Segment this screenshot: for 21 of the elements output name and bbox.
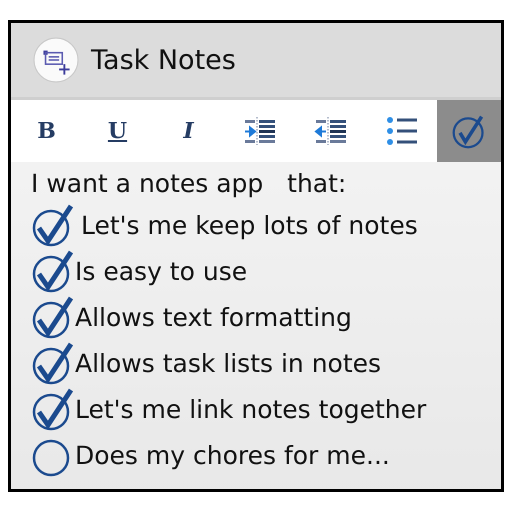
app-title: Task Notes [91, 44, 236, 76]
task-text: Let's me link notes together [75, 394, 426, 424]
outdent-icon [314, 114, 348, 148]
underline-button[interactable]: U [82, 100, 153, 162]
task-text: Allows task lists in notes [75, 348, 382, 378]
task-text: Is easy to use [75, 256, 248, 286]
app-logo-icon [33, 37, 79, 83]
checked-circle-icon[interactable] [31, 203, 75, 247]
task-text: Let's me keep lots of notes [81, 210, 418, 240]
checked-circle-icon[interactable] [31, 249, 75, 293]
checked-circle-icon[interactable] [31, 295, 75, 339]
task-text: Does my chores for me... [75, 440, 390, 470]
italic-button[interactable]: I [153, 100, 224, 162]
note-heading: I want a notes app that: [31, 168, 348, 200]
bold-button[interactable]: B [11, 100, 82, 162]
checklist-button[interactable] [437, 100, 501, 162]
task-text: Allows text formatting [75, 302, 352, 332]
indent-icon [242, 114, 276, 148]
checked-circle-icon[interactable] [31, 341, 75, 385]
checked-circle-icon[interactable] [31, 387, 75, 431]
bullet-list-icon [384, 114, 418, 148]
